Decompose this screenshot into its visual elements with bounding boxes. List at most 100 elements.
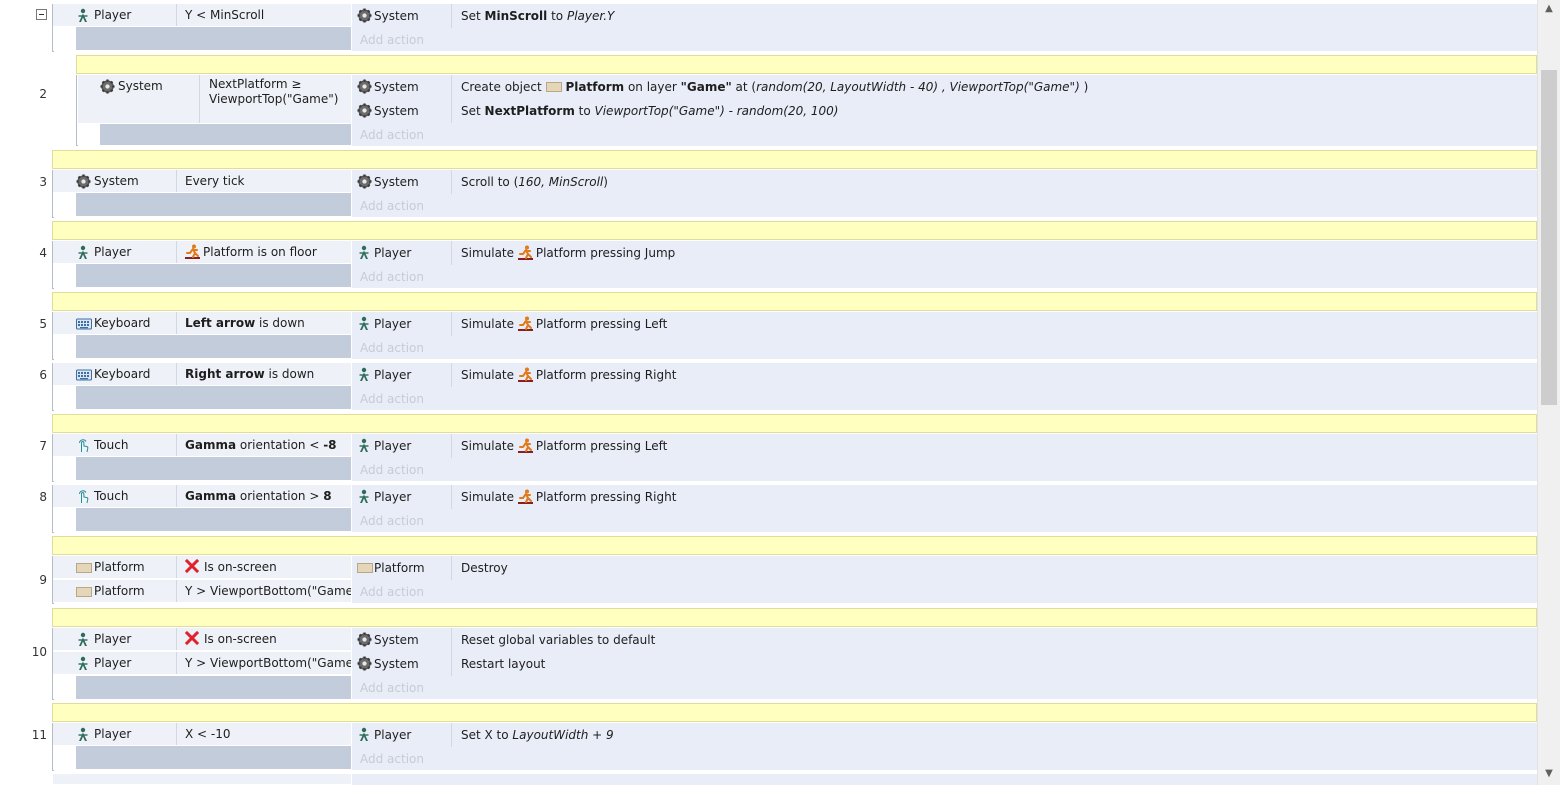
add-action-link[interactable]: Add action bbox=[360, 336, 1537, 360]
event-separator bbox=[52, 703, 1537, 722]
action-row[interactable]: System Scroll to (160, MinScroll) bbox=[352, 170, 1537, 194]
action-text: Simulate Platform pressing Left bbox=[461, 439, 668, 453]
action-block: Player Simulate Platform pressing Right … bbox=[352, 363, 1537, 410]
condition-row[interactable]: Player X < -10 bbox=[53, 723, 351, 746]
platform-sprite-icon bbox=[546, 82, 563, 92]
condition-text: Right arrow is down bbox=[185, 367, 315, 381]
action-row[interactable]: System Set MinScroll to Player.Y bbox=[352, 4, 1537, 28]
action-row[interactable]: Platform Destroy bbox=[352, 556, 1537, 580]
scrollbar-thumb[interactable] bbox=[1541, 70, 1557, 405]
scroll-down-icon[interactable]: ▼ bbox=[1544, 769, 1554, 779]
platform-sprite-icon bbox=[357, 563, 373, 573]
add-action-link[interactable]: Add action bbox=[360, 676, 1537, 700]
action-text: Restart layout bbox=[461, 657, 546, 671]
action-text: Reset global variables to default bbox=[461, 633, 656, 647]
condition-row[interactable]: System NextPlatform ≥ ViewportTop("Game"… bbox=[78, 75, 351, 124]
condition-object: System bbox=[94, 174, 139, 188]
action-object: Platform bbox=[374, 561, 425, 575]
red-x-icon bbox=[185, 631, 199, 645]
condition-row-partial[interactable] bbox=[53, 774, 351, 785]
action-object: System bbox=[374, 657, 419, 671]
condition-row[interactable]: Touch Gamma orientation > 8 bbox=[53, 485, 351, 508]
action-text: Simulate Platform pressing Right bbox=[461, 367, 677, 382]
action-block: Platform Destroy Add action bbox=[352, 556, 1537, 603]
action-row[interactable]: System Set NextPlatform to ViewportTop("… bbox=[352, 99, 1537, 123]
vertical-scrollbar[interactable]: ▲ ▼ bbox=[1537, 0, 1560, 785]
condition-row[interactable]: Keyboard Right arrow is down bbox=[53, 363, 351, 386]
condition-row[interactable]: Player Y < MinScroll bbox=[53, 4, 351, 27]
condition-text: Is on-screen bbox=[185, 628, 277, 650]
action-object: System bbox=[374, 104, 419, 118]
event-separator bbox=[52, 414, 1537, 433]
gear-icon bbox=[357, 8, 372, 23]
action-block-partial bbox=[352, 774, 1537, 785]
action-row[interactable]: Player Simulate Platform pressing Right bbox=[352, 363, 1537, 387]
add-action-link[interactable]: Add action bbox=[360, 387, 1537, 411]
condition-row[interactable]: Player Y > ViewportBottom("Game") bbox=[53, 652, 351, 675]
condition-filler bbox=[76, 386, 351, 409]
action-block: Player Simulate Platform pressing Jump A… bbox=[352, 241, 1537, 288]
action-row[interactable]: System Restart layout bbox=[352, 652, 1537, 676]
add-action-link[interactable]: Add action bbox=[360, 28, 1537, 52]
action-object: Player bbox=[374, 246, 412, 260]
condition-object: Platform bbox=[94, 584, 145, 598]
action-text: Set X to LayoutWidth + 9 bbox=[461, 728, 614, 742]
platform-behavior-icon bbox=[518, 367, 533, 382]
action-block: Player Simulate Platform pressing Left A… bbox=[352, 434, 1537, 481]
action-block: System Scroll to (160, MinScroll) Add ac… bbox=[352, 170, 1537, 217]
action-row[interactable]: Player Set X to LayoutWidth + 9 bbox=[352, 723, 1537, 747]
condition-filler bbox=[76, 508, 351, 531]
event-separator bbox=[52, 150, 1537, 169]
action-block: Player Set X to LayoutWidth + 9 Add acti… bbox=[352, 723, 1537, 770]
condition-object: Player bbox=[94, 656, 132, 670]
action-row[interactable]: System Reset global variables to default bbox=[352, 628, 1537, 652]
condition-row[interactable]: Player Is on-screen bbox=[53, 628, 351, 651]
collapse-toggle-icon[interactable] bbox=[36, 9, 47, 20]
action-object: System bbox=[374, 633, 419, 647]
platform-sprite-icon bbox=[76, 587, 92, 597]
gear-icon bbox=[357, 632, 372, 647]
condition-row[interactable]: System Every tick bbox=[53, 170, 351, 193]
condition-text: Every tick bbox=[185, 174, 245, 188]
player-icon bbox=[358, 245, 370, 260]
action-row[interactable]: Player Simulate Platform pressing Left bbox=[352, 312, 1537, 336]
condition-text: Gamma orientation > 8 bbox=[185, 489, 332, 503]
action-text: Scroll to (160, MinScroll) bbox=[461, 175, 608, 189]
add-action-link[interactable]: Add action bbox=[360, 123, 1537, 147]
condition-text: NextPlatform ≥ ViewportTop("Game") bbox=[209, 77, 339, 106]
condition-text: Platform is on floor bbox=[185, 241, 317, 263]
touch-icon bbox=[77, 489, 89, 504]
event-number: 10 bbox=[31, 645, 47, 659]
action-text: Destroy bbox=[461, 561, 508, 575]
gear-icon bbox=[357, 174, 372, 189]
condition-row[interactable]: Keyboard Left arrow is down bbox=[53, 312, 351, 335]
action-row[interactable]: Player Simulate Platform pressing Jump bbox=[352, 241, 1537, 265]
action-row[interactable]: System Create object Platform on layer "… bbox=[352, 75, 1537, 99]
condition-row[interactable]: Touch Gamma orientation < -8 bbox=[53, 434, 351, 457]
action-object: Player bbox=[374, 368, 412, 382]
add-action-link[interactable]: Add action bbox=[360, 458, 1537, 482]
condition-filler bbox=[76, 335, 351, 358]
event-number: 9 bbox=[39, 573, 47, 587]
add-action-link[interactable]: Add action bbox=[360, 265, 1537, 289]
add-action-link[interactable]: Add action bbox=[360, 509, 1537, 533]
condition-object: System bbox=[118, 79, 163, 93]
condition-text: Left arrow is down bbox=[185, 316, 305, 330]
condition-row[interactable]: Platform Y > ViewportBottom("Game") bbox=[53, 580, 351, 603]
add-action-link[interactable]: Add action bbox=[360, 580, 1537, 604]
action-text: Set NextPlatform to ViewportTop("Game") … bbox=[461, 104, 839, 118]
condition-row[interactable]: Platform Is on-screen bbox=[53, 556, 351, 579]
event-number: 2 bbox=[39, 87, 47, 101]
add-action-link[interactable]: Add action bbox=[360, 194, 1537, 218]
scroll-up-icon[interactable]: ▲ bbox=[1544, 4, 1554, 14]
condition-text: Y > ViewportBottom("Game") bbox=[185, 656, 351, 670]
action-row[interactable]: Player Simulate Platform pressing Left bbox=[352, 434, 1537, 458]
condition-row[interactable]: Player Platform is on floor bbox=[53, 241, 351, 264]
event-number: 3 bbox=[39, 175, 47, 189]
condition-filler bbox=[100, 124, 351, 145]
action-row[interactable]: Player Simulate Platform pressing Right bbox=[352, 485, 1537, 509]
keyboard-icon bbox=[76, 318, 92, 330]
add-action-link[interactable]: Add action bbox=[360, 747, 1537, 771]
condition-object: Player bbox=[94, 727, 132, 741]
condition-filler bbox=[76, 27, 351, 50]
